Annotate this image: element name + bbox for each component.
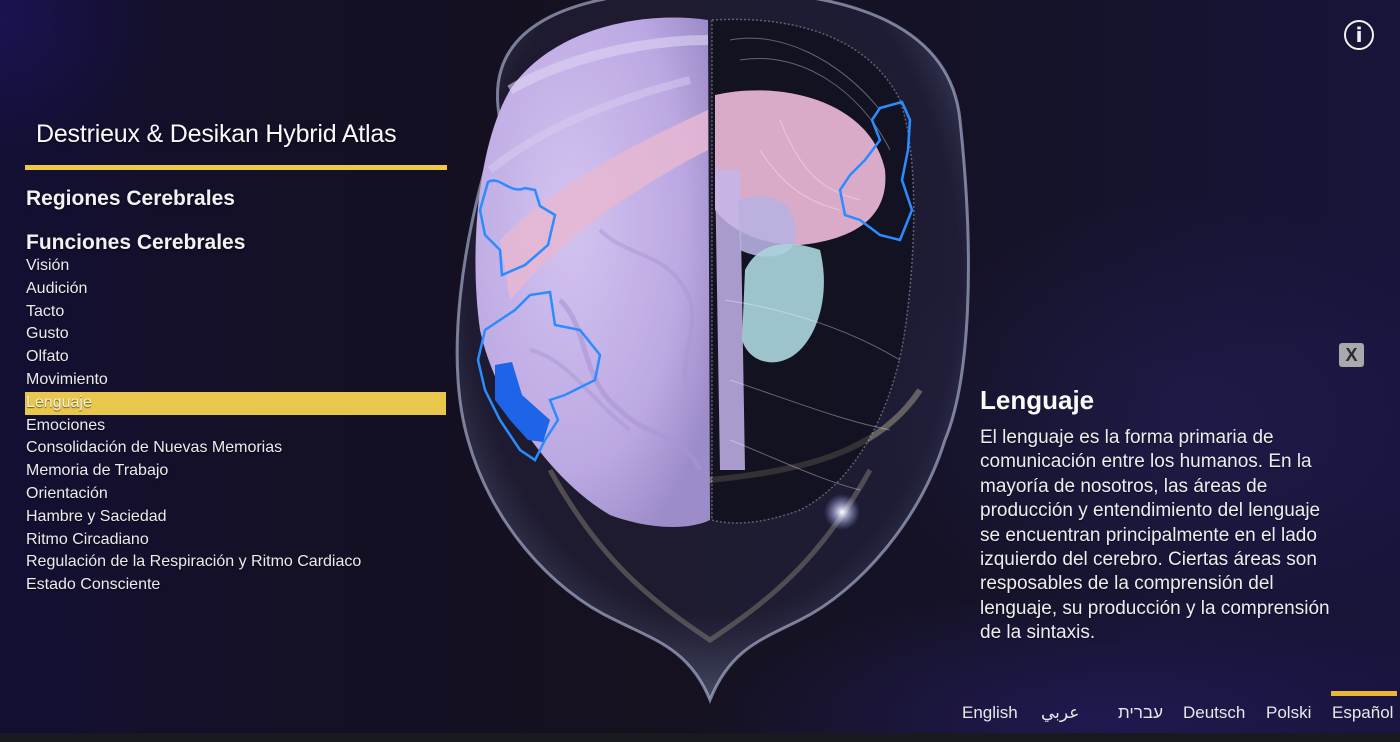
function-item-hambre-saciedad[interactable]: Hambre y Saciedad bbox=[25, 506, 446, 529]
function-item-olfato[interactable]: Olfato bbox=[25, 346, 446, 369]
active-language-indicator bbox=[1331, 691, 1397, 696]
close-description-button[interactable]: X bbox=[1339, 343, 1364, 367]
function-item-estado-consciente[interactable]: Estado Consciente bbox=[25, 574, 446, 597]
light-glow bbox=[824, 494, 860, 530]
language-polski[interactable]: Polski bbox=[1266, 703, 1311, 723]
functions-list: Visión Audición Tacto Gusto Olfato Movim… bbox=[25, 255, 446, 597]
function-item-lenguaje[interactable]: Lenguaje bbox=[25, 391, 446, 415]
function-item-memoria-trabajo[interactable]: Memoria de Trabajo bbox=[25, 460, 446, 483]
brain-scene-svg bbox=[440, 0, 970, 705]
function-item-gusto[interactable]: Gusto bbox=[25, 323, 446, 346]
language-hebrew[interactable]: עברית bbox=[1118, 703, 1163, 723]
language-selector: English عربي עברית Deutsch Polski Españo… bbox=[0, 703, 1400, 727]
function-item-regulacion-respiracion[interactable]: Regulación de la Respiración y Ritmo Car… bbox=[25, 551, 446, 574]
language-espanol[interactable]: Español bbox=[1332, 703, 1393, 723]
section-regiones-cerebrales[interactable]: Regiones Cerebrales bbox=[26, 187, 235, 211]
language-arabic[interactable]: عربي bbox=[1041, 703, 1079, 723]
info-button[interactable]: i bbox=[1344, 20, 1374, 50]
section-funciones-cerebrales[interactable]: Funciones Cerebrales bbox=[26, 231, 245, 255]
function-item-emociones[interactable]: Emociones bbox=[25, 415, 446, 438]
function-item-tacto[interactable]: Tacto bbox=[25, 301, 446, 324]
language-deutsch[interactable]: Deutsch bbox=[1183, 703, 1245, 723]
description-title: Lenguaje bbox=[980, 385, 1095, 415]
function-item-audicion[interactable]: Audición bbox=[25, 278, 446, 301]
function-item-movimiento[interactable]: Movimiento bbox=[25, 369, 446, 392]
function-item-ritmo-circadiano[interactable]: Ritmo Circadiano bbox=[25, 529, 446, 552]
info-icon: i bbox=[1355, 23, 1363, 47]
language-english[interactable]: English bbox=[962, 703, 1018, 723]
atlas-title: Destrieux & Desikan Hybrid Atlas bbox=[36, 120, 397, 148]
function-item-vision[interactable]: Visión bbox=[25, 255, 446, 278]
function-item-consolidacion-memorias[interactable]: Consolidación de Nuevas Memorias bbox=[25, 437, 446, 460]
brain-3d-viewport[interactable] bbox=[440, 0, 980, 742]
description-body: El lenguaje es la forma primaria de comu… bbox=[980, 427, 1330, 644]
title-underline bbox=[25, 165, 447, 170]
function-item-orientacion[interactable]: Orientación bbox=[25, 483, 446, 506]
